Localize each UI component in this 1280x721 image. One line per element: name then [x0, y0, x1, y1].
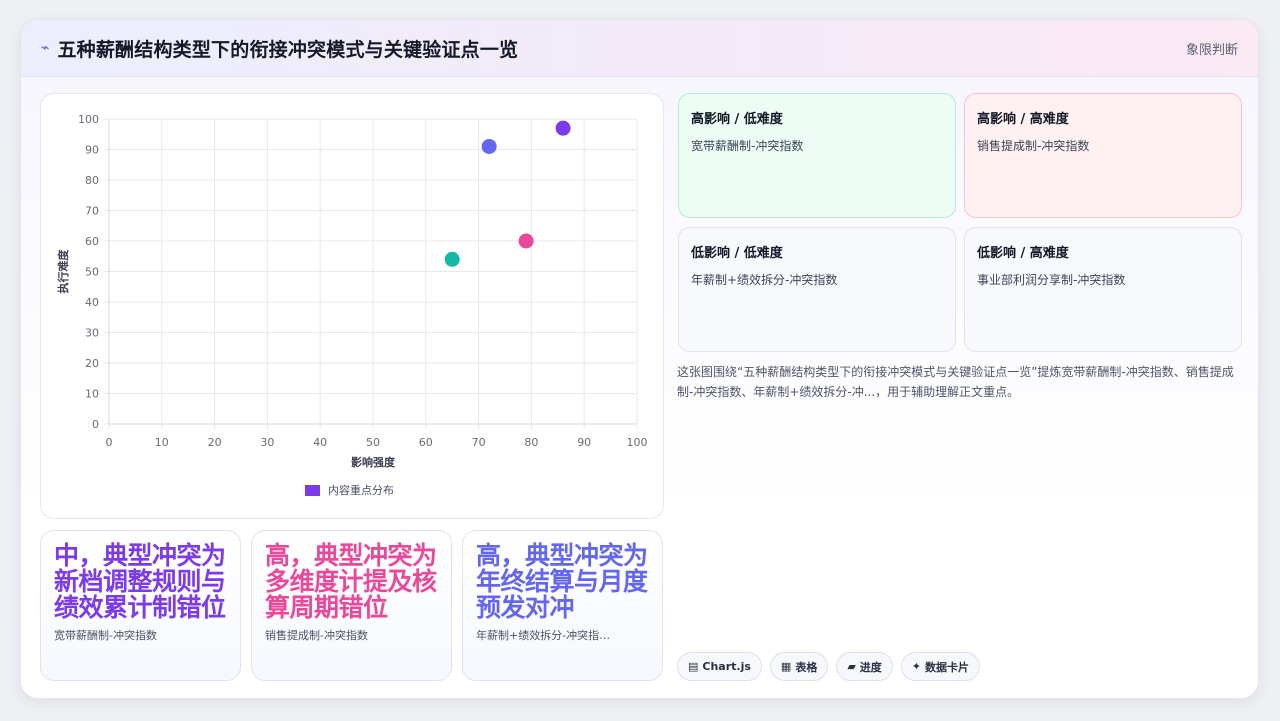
stat-card-2: 高，典型冲突为多维度计提及核算周期错位 销售提成制-冲突指数	[251, 530, 452, 681]
tag-label: 表格	[795, 660, 818, 674]
tag-list: ▤ Chart.js ▦ 表格 ▰ 进度 ✦ 数据卡片	[677, 652, 981, 681]
header-bar: ⌁ 五种薪酬结构类型下的衔接冲突模式与关键验证点一览 象限判断	[21, 20, 1258, 77]
y-tick-label: 0	[92, 418, 99, 431]
scatter-point	[444, 251, 460, 267]
y-tick-label: 80	[85, 174, 99, 187]
legend-swatch	[305, 485, 320, 496]
y-tick-label: 30	[85, 327, 99, 340]
x-tick-label: 60	[419, 436, 433, 449]
y-tick-label: 100	[78, 113, 99, 126]
sparkle-icon: ✦	[911, 660, 922, 673]
tag-progress[interactable]: ▰ 进度	[836, 652, 893, 681]
scatter-point	[518, 233, 534, 249]
quadrant-high-impact-low-difficulty: 高影响 / 低难度 宽带薪酬制-冲突指数	[678, 93, 956, 218]
quadrant-title: 高影响 / 低难度	[691, 112, 783, 127]
quadrant-low-impact-high-difficulty: 低影响 / 高难度 事业部利润分享制-冲突指数	[964, 227, 1242, 352]
stat-value: 高，典型冲突为年终结算与月度预发对冲	[476, 541, 648, 622]
tag-chartjs[interactable]: ▤ Chart.js	[677, 652, 762, 681]
x-tick-label: 20	[208, 436, 222, 449]
quadrant-judgement-label[interactable]: 象限判断	[1186, 39, 1238, 58]
quadrant-item: 销售提成制-冲突指数	[977, 139, 1090, 153]
x-tick-label: 80	[524, 436, 538, 449]
x-tick-label: 50	[366, 436, 380, 449]
chart-canvas: 0 10 20 30 40 50 60 70 80 90 100 0 10 20 30 40 50 60 70 80 9…	[56, 113, 648, 497]
scatter-point	[555, 120, 571, 136]
scatter-chart: 0 10 20 30 40 50 60 70 80 90 100 0 10 20 30 40 50 60 70 80 9…	[40, 93, 664, 519]
stat-label: 宽带薪酬制-冲突指数	[54, 629, 157, 642]
chart-icon: ▤	[688, 660, 699, 673]
quadrant-high-impact-high-difficulty: 高影响 / 高难度 销售提成制-冲突指数	[964, 93, 1242, 218]
y-tick-label: 60	[85, 235, 99, 248]
chart-description: 这张图围绕“五种薪酬结构类型下的衔接冲突模式与关键验证点一览”提炼宽带薪酬制-冲…	[677, 365, 1234, 399]
x-axis-title: 影响强度	[351, 455, 396, 469]
tag-table[interactable]: ▦ 表格	[769, 652, 829, 681]
x-tick-label: 0	[106, 436, 113, 449]
quadrant-item: 宽带薪酬制-冲突指数	[691, 139, 804, 153]
y-tick-label: 10	[85, 388, 99, 401]
scatter-point	[481, 138, 497, 154]
table-icon: ▦	[780, 660, 792, 673]
quadrant-item: 年薪制+绩效拆分-冲突指数	[691, 273, 838, 287]
tag-label: Chart.js	[702, 660, 751, 673]
y-tick-label: 90	[85, 144, 99, 157]
stat-value: 高，典型冲突为多维度计提及核算周期错位	[265, 541, 437, 622]
x-tick-label: 40	[313, 436, 327, 449]
tag-data-card[interactable]: ✦ 数据卡片	[900, 652, 981, 681]
stat-label: 年薪制+绩效拆分-冲突指…	[476, 629, 611, 642]
x-tick-label: 90	[577, 436, 591, 449]
y-tick-label: 50	[85, 266, 99, 279]
quadrant-low-impact-low-difficulty: 低影响 / 低难度 年薪制+绩效拆分-冲突指数	[678, 227, 956, 352]
legend-label: 内容重点分布	[328, 483, 394, 497]
x-tick-label: 100	[627, 436, 648, 449]
x-tick-label: 70	[472, 436, 486, 449]
x-tick-label: 30	[260, 436, 274, 449]
y-tick-label: 70	[85, 205, 99, 218]
stat-card-3: 高，典型冲突为年终结算与月度预发对冲 年薪制+绩效拆分-冲突指…	[462, 530, 663, 681]
x-tick-label: 10	[155, 436, 169, 449]
tag-label: 数据卡片	[925, 660, 970, 674]
stat-card-1: 中，典型冲突为新档调整规则与绩效累计制错位 宽带薪酬制-冲突指数	[40, 530, 241, 681]
page-title: 五种薪酬结构类型下的衔接冲突模式与关键验证点一览	[57, 38, 519, 61]
quadrant-title: 高影响 / 高难度	[977, 112, 1069, 127]
main-card: ⌁ 五种薪酬结构类型下的衔接冲突模式与关键验证点一览 象限判断 0 10 20 30 4…	[20, 19, 1259, 699]
y-tick-label: 40	[85, 296, 99, 309]
tag-label: 进度	[859, 660, 882, 674]
quadrant-title: 低影响 / 低难度	[691, 246, 783, 261]
y-tick-label: 20	[85, 357, 99, 370]
y-axis-title: 执行难度	[56, 249, 70, 294]
stat-value: 中，典型冲突为新档调整规则与绩效累计制错位	[54, 541, 226, 622]
quadrant-title: 低影响 / 高难度	[977, 246, 1069, 261]
progress-icon: ▰	[847, 660, 856, 673]
quadrant-item: 事业部利润分享制-冲突指数	[977, 273, 1126, 287]
lightning-icon: ⌁	[41, 40, 50, 56]
stat-label: 销售提成制-冲突指数	[265, 629, 368, 642]
